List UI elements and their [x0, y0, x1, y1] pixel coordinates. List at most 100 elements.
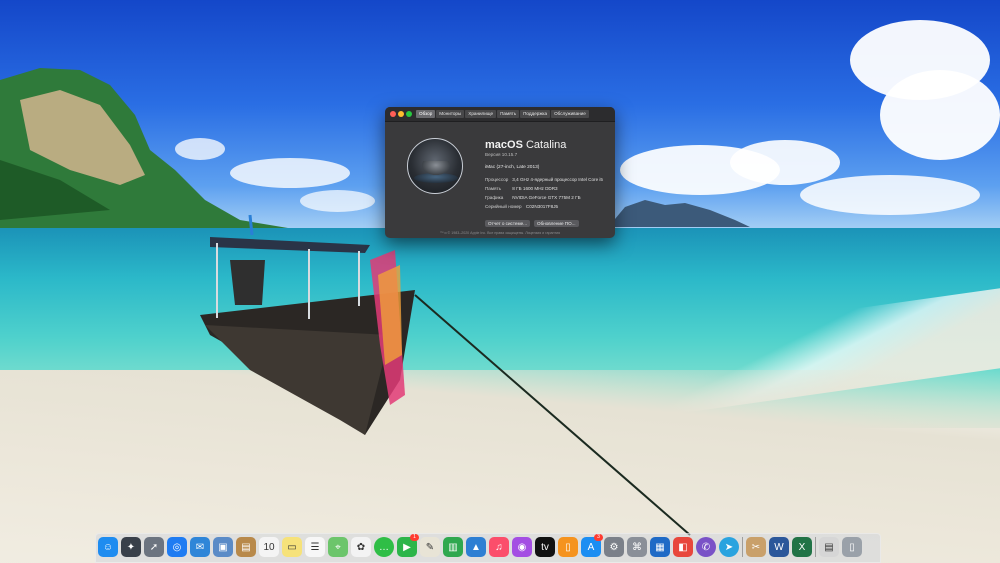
- apple-tv-icon[interactable]: tv: [535, 537, 555, 557]
- tab-support[interactable]: Поддержка: [520, 110, 551, 118]
- spec-serial: Серийный номер C02N3017F8J5: [485, 204, 558, 209]
- cloud: [730, 140, 840, 185]
- tab-memory[interactable]: Память: [497, 110, 520, 118]
- tab-overview[interactable]: Обзор: [416, 110, 436, 118]
- os-title: macOS Catalina: [485, 139, 566, 151]
- app-store-glyph: A: [587, 541, 595, 553]
- spec-value: C02N3017F8J5: [525, 204, 559, 209]
- trello-icon[interactable]: ▦: [650, 537, 670, 557]
- numbers-icon[interactable]: ▥: [443, 537, 463, 557]
- word-icon[interactable]: W: [769, 537, 789, 557]
- system-preferences-glyph: ⚙: [609, 541, 619, 553]
- telegram-glyph: ➤: [724, 541, 734, 553]
- close-button[interactable]: [390, 111, 396, 117]
- documents-stack-glyph: ▤: [824, 541, 834, 553]
- tools-icon[interactable]: ✂: [746, 537, 766, 557]
- os-version: Версия 10.15.7: [485, 152, 518, 157]
- facetime-glyph: ▶: [403, 541, 411, 553]
- rocket-icon[interactable]: ➚: [144, 537, 164, 557]
- numbers-glyph: ▥: [448, 541, 458, 553]
- calendar-icon[interactable]: 10: [259, 537, 279, 557]
- trash-glyph: ▯: [849, 541, 855, 553]
- maps-icon[interactable]: ⌖: [328, 537, 348, 557]
- system-report-button[interactable]: Отчет о системе...: [485, 220, 530, 227]
- contacts-icon[interactable]: ▤: [236, 537, 256, 557]
- safari-glyph: ◎: [172, 541, 182, 553]
- cloud: [880, 70, 1000, 160]
- books-icon[interactable]: ▯: [558, 537, 578, 557]
- overview-panel: macOS Catalina Версия 10.15.7 iMac (27-i…: [385, 122, 615, 238]
- dock-separator: [815, 537, 816, 557]
- photo-preview-icon[interactable]: ▣: [213, 537, 233, 557]
- messages-glyph: …: [379, 541, 389, 553]
- spec-value: 3,4 GHz 4-ядерный процессор Intel Core i…: [512, 177, 603, 182]
- excel-icon[interactable]: X: [792, 537, 812, 557]
- copyright-text: ™ и © 1983–2020 Apple Inc. Все права защ…: [439, 231, 561, 235]
- zoom-button[interactable]: [406, 111, 412, 117]
- flashcards-icon[interactable]: ◧: [673, 537, 693, 557]
- telegram-icon[interactable]: ➤: [719, 537, 739, 557]
- podcasts-icon[interactable]: ◉: [512, 537, 532, 557]
- app-store-icon[interactable]: A3: [581, 534, 603, 557]
- window-titlebar[interactable]: Обзор Мониторы Хранилище Память Поддержк…: [385, 107, 615, 122]
- photos-icon[interactable]: ✿: [351, 537, 371, 557]
- documents-stack-icon[interactable]: ▤: [819, 537, 839, 557]
- excel-glyph: X: [798, 541, 806, 553]
- os-name-bold: macOS: [485, 139, 523, 151]
- notification-badge: 3: [594, 534, 603, 541]
- keynote-icon[interactable]: ▲: [466, 537, 486, 557]
- contacts-glyph: ▤: [241, 541, 251, 553]
- trash-icon[interactable]: ▯: [842, 537, 862, 557]
- tab-storage[interactable]: Хранилище: [465, 110, 497, 118]
- launchpad-icon[interactable]: ✦: [121, 537, 141, 557]
- reminders-glyph: ☰: [310, 541, 320, 553]
- macos-catalina-logo: [407, 138, 463, 194]
- flashcards-glyph: ◧: [678, 541, 688, 553]
- trello-glyph: ▦: [655, 541, 665, 553]
- music-glyph: ♫: [495, 541, 503, 553]
- messages-icon[interactable]: …: [374, 537, 394, 557]
- software-update-button[interactable]: Обновление ПО...: [534, 220, 579, 227]
- tab-service[interactable]: Обслуживание: [551, 110, 589, 118]
- photo-preview-glyph: ▣: [218, 541, 228, 553]
- music-icon[interactable]: ♫: [489, 537, 509, 557]
- tab-bar: Обзор Мониторы Хранилище Память Поддержк…: [416, 110, 589, 118]
- script-editor-icon[interactable]: ⌘: [627, 537, 647, 557]
- spec-processor: Процессор 3,4 GHz 4-ядерный процессор In…: [485, 177, 603, 182]
- notes-icon[interactable]: ▭: [282, 537, 302, 557]
- finder-glyph: ☺: [102, 541, 114, 553]
- system-preferences-icon[interactable]: ⚙: [604, 537, 624, 557]
- longtail-boat: [200, 214, 691, 536]
- spec-label: Процессор: [485, 177, 509, 182]
- calendar-glyph: 10: [263, 541, 275, 553]
- tab-displays[interactable]: Мониторы: [436, 110, 465, 118]
- logo-island: [422, 161, 450, 175]
- spec-graphics: Графика NVIDIA GeForce GTX 775M 2 ГБ: [485, 195, 581, 200]
- facetime-icon[interactable]: ▶ 1: [397, 534, 419, 557]
- script-editor-glyph: ⌘: [632, 541, 642, 553]
- notes-glyph: ▭: [287, 541, 297, 553]
- mail-letter-glyph: ✉: [195, 541, 205, 553]
- podcasts-glyph: ◉: [517, 541, 527, 553]
- apple-tv-glyph: tv: [541, 541, 549, 553]
- about-this-mac-window[interactable]: Обзор Мониторы Хранилище Память Поддержк…: [385, 107, 615, 238]
- viber-icon[interactable]: ✆: [696, 537, 716, 557]
- word-glyph: W: [774, 541, 784, 553]
- spec-label: Серийный номер: [485, 204, 522, 209]
- photos-glyph: ✿: [356, 541, 366, 553]
- text-edit-icon[interactable]: ✎: [420, 537, 440, 557]
- reminders-icon[interactable]: ☰: [305, 537, 325, 557]
- spec-label: Графика: [485, 195, 504, 200]
- mail-letter-icon[interactable]: ✉: [190, 537, 210, 557]
- launchpad-glyph: ✦: [126, 541, 136, 553]
- os-name-light: Catalina: [525, 139, 567, 151]
- desktop-wallpaper: [0, 0, 1000, 563]
- safari-icon[interactable]: ◎: [167, 537, 187, 557]
- finder-icon[interactable]: ☺: [98, 537, 118, 557]
- keynote-glyph: ▲: [471, 541, 481, 553]
- minimize-button[interactable]: [398, 111, 404, 117]
- viber-glyph: ✆: [701, 541, 711, 553]
- cloud: [800, 175, 980, 215]
- spec-value: NVIDIA GeForce GTX 775M 2 ГБ: [512, 195, 581, 200]
- rocket-glyph: ➚: [149, 541, 159, 553]
